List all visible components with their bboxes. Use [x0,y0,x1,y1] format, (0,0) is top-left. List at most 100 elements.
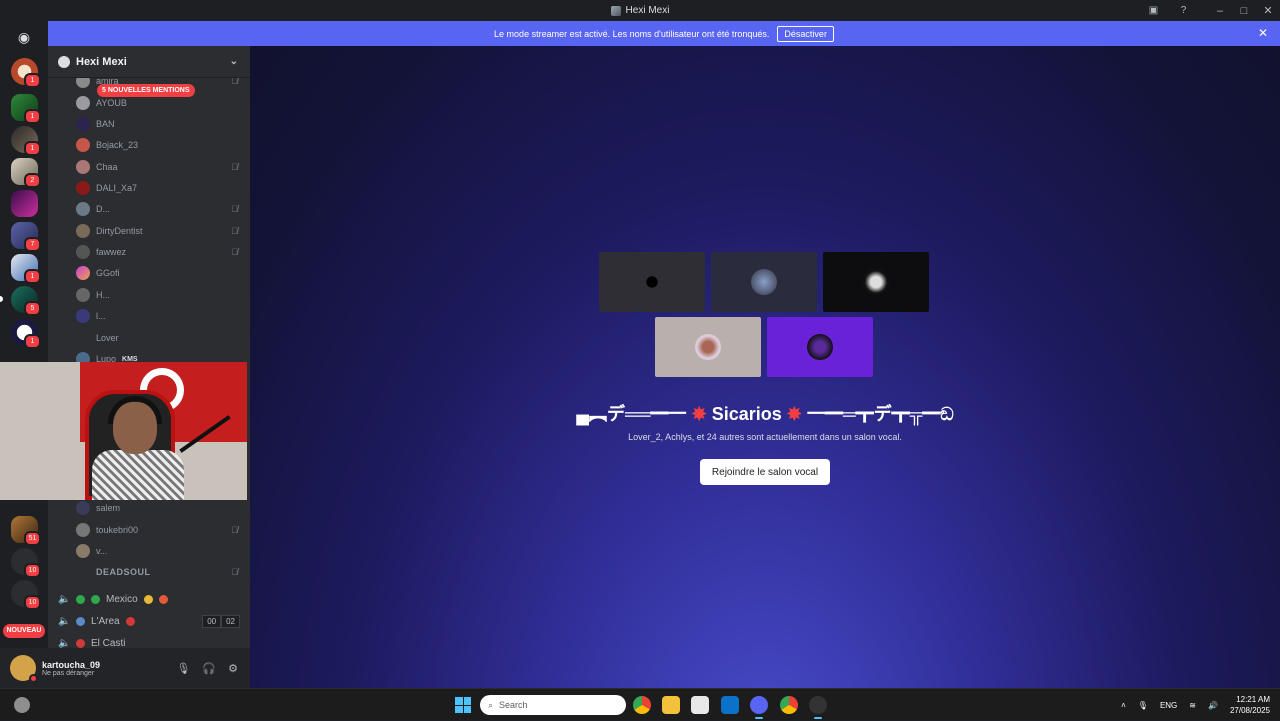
microphone-tray-icon[interactable]: 🎙 [1138,701,1148,710]
outlook-icon[interactable] [721,696,739,714]
voice-member[interactable]: DEADSOUL 🎙̸ [76,564,246,580]
server-icon[interactable]: 10 [11,548,41,578]
channel-name: Mexico [106,593,138,605]
participant-tile[interactable] [823,252,929,312]
server-icon[interactable]: 1 [11,126,41,156]
voice-member[interactable]: fawwez 🎙̸ [76,244,246,260]
avatar [76,309,90,323]
voice-member[interactable]: l... [76,308,246,324]
voice-member[interactable]: BAN [76,116,246,132]
server-icon[interactable]: 5 [0,286,41,316]
voice-channel-mexico[interactable]: 🔈 Mexico [58,590,246,608]
settings-gear-icon[interactable]: ⚙ [228,662,238,675]
discord-home-icon[interactable]: ◉ [12,29,36,47]
voice-member[interactable]: Lover [76,330,246,346]
voice-member[interactable]: AYOUB [76,95,246,111]
voice-member[interactable]: GGofi [76,265,246,281]
mention-badge: 51 [24,531,41,546]
avatar [76,202,90,216]
search-placeholder: Search [499,700,528,710]
close-window-button[interactable]: ✕ [1256,4,1280,17]
title-bar: Hexi Mexi ▣ ? – □ ✕ [0,0,1280,21]
mute-icon: 🎙̸ [231,162,238,172]
avatar [76,160,90,174]
voice-member[interactable]: v... [76,543,246,559]
participant-tile[interactable] [655,317,761,377]
language-indicator[interactable]: ENG [1160,701,1177,710]
voice-member[interactable]: Bojack_23 [76,137,246,153]
search-icon: ⌕ [488,699,494,710]
server-icon[interactable]: 7 [11,222,41,252]
mention-badge: 1 [24,334,41,349]
server-icon[interactable] [11,190,38,217]
server-icon[interactable]: 1 [11,94,41,124]
join-voice-button[interactable]: Rejoindre le salon vocal [700,459,830,485]
participant-tile[interactable] [767,317,873,377]
voice-member[interactable]: DirtyDentist 🎙̸ [76,223,246,239]
participant-tile[interactable] [711,252,817,312]
avatar [76,544,90,558]
voice-member[interactable]: toukebri00 🎙̸ [76,522,246,538]
discord-taskbar-icon[interactable] [750,696,768,719]
new-unreads-pill[interactable]: NOUVEAU [3,624,45,638]
store-icon[interactable] [691,696,709,714]
avatar [807,334,833,360]
server-icon[interactable]: 1 [11,319,41,349]
taskbar-search[interactable]: ⌕ Search [480,695,626,715]
start-button[interactable] [455,697,471,713]
voice-member[interactable]: DALI_Xa7 [76,180,246,196]
emoji-icon [91,594,100,604]
voice-member[interactable]: D... 🎙̸ [76,201,246,217]
voice-member[interactable]: H... [76,287,246,303]
file-explorer-icon[interactable] [662,696,680,714]
member-name: AYOUB [96,98,127,108]
clock[interactable]: 12:21 AM 27/08/2025 [1230,694,1270,716]
emoji-icon [76,638,85,648]
voice-member[interactable]: salem [76,500,246,516]
chrome-icon[interactable] [780,696,798,714]
guild-header[interactable]: Hexi Mexi ⌄ [48,46,250,78]
avatar [76,331,90,345]
participant-tile[interactable] [599,252,705,312]
avatar [76,96,90,110]
channel-title-name: Sicarios [711,404,782,424]
member-name: D... [96,204,111,214]
volume-icon[interactable]: 🔊 [1208,701,1218,710]
widgets-icon[interactable] [14,697,30,713]
server-icon[interactable]: 51 [11,516,41,546]
emoji-icon [158,594,168,604]
headphones-icon[interactable]: 🎧 [202,662,216,675]
new-mentions-pill[interactable]: 5 NOUVELLES MENTIONS [97,84,195,97]
server-icon[interactable]: 1 [11,254,41,284]
server-icon[interactable]: 2 [11,158,41,188]
avatar[interactable] [10,655,38,683]
minimize-button[interactable]: – [1208,5,1232,17]
mention-badge: 1 [24,269,41,284]
chevron-up-icon[interactable]: ˄ [1121,701,1126,710]
member-name: BAN [96,119,115,129]
server-icon[interactable]: 1 [11,58,41,88]
guild-boost-icon [58,55,70,68]
emoji-icon [143,594,153,604]
mention-badge: 10 [24,563,41,578]
avatar [76,501,90,515]
member-name: fawwez [96,247,127,257]
microphone-icon[interactable]: 🎙 [176,662,190,675]
member-name: salem [96,503,121,513]
avatar [76,181,90,195]
voice-member[interactable]: Chaa 🎙̸ [76,159,246,175]
obs-icon[interactable] [809,696,827,719]
inbox-icon[interactable]: ▣ [1147,4,1160,17]
chevron-down-icon[interactable]: ⌄ [230,56,238,67]
mention-badge: 2 [24,173,41,188]
chrome-icon[interactable] [633,696,651,714]
close-icon[interactable]: ✕ [1258,26,1268,40]
voice-channel-area[interactable]: 🔈 L'Area 00 02 [58,612,246,630]
disable-streamer-button[interactable]: Désactiver [777,25,834,42]
maximize-button[interactable]: □ [1232,5,1256,17]
wifi-icon[interactable]: ≋ [1189,701,1196,710]
server-icon[interactable]: 10 [11,580,41,610]
help-icon[interactable]: ? [1177,4,1190,17]
user-panel: kartoucha_09 Ne pas déranger 🎙 🎧 ⚙ [0,648,250,688]
member-name: DALI_Xa7 [96,183,138,193]
